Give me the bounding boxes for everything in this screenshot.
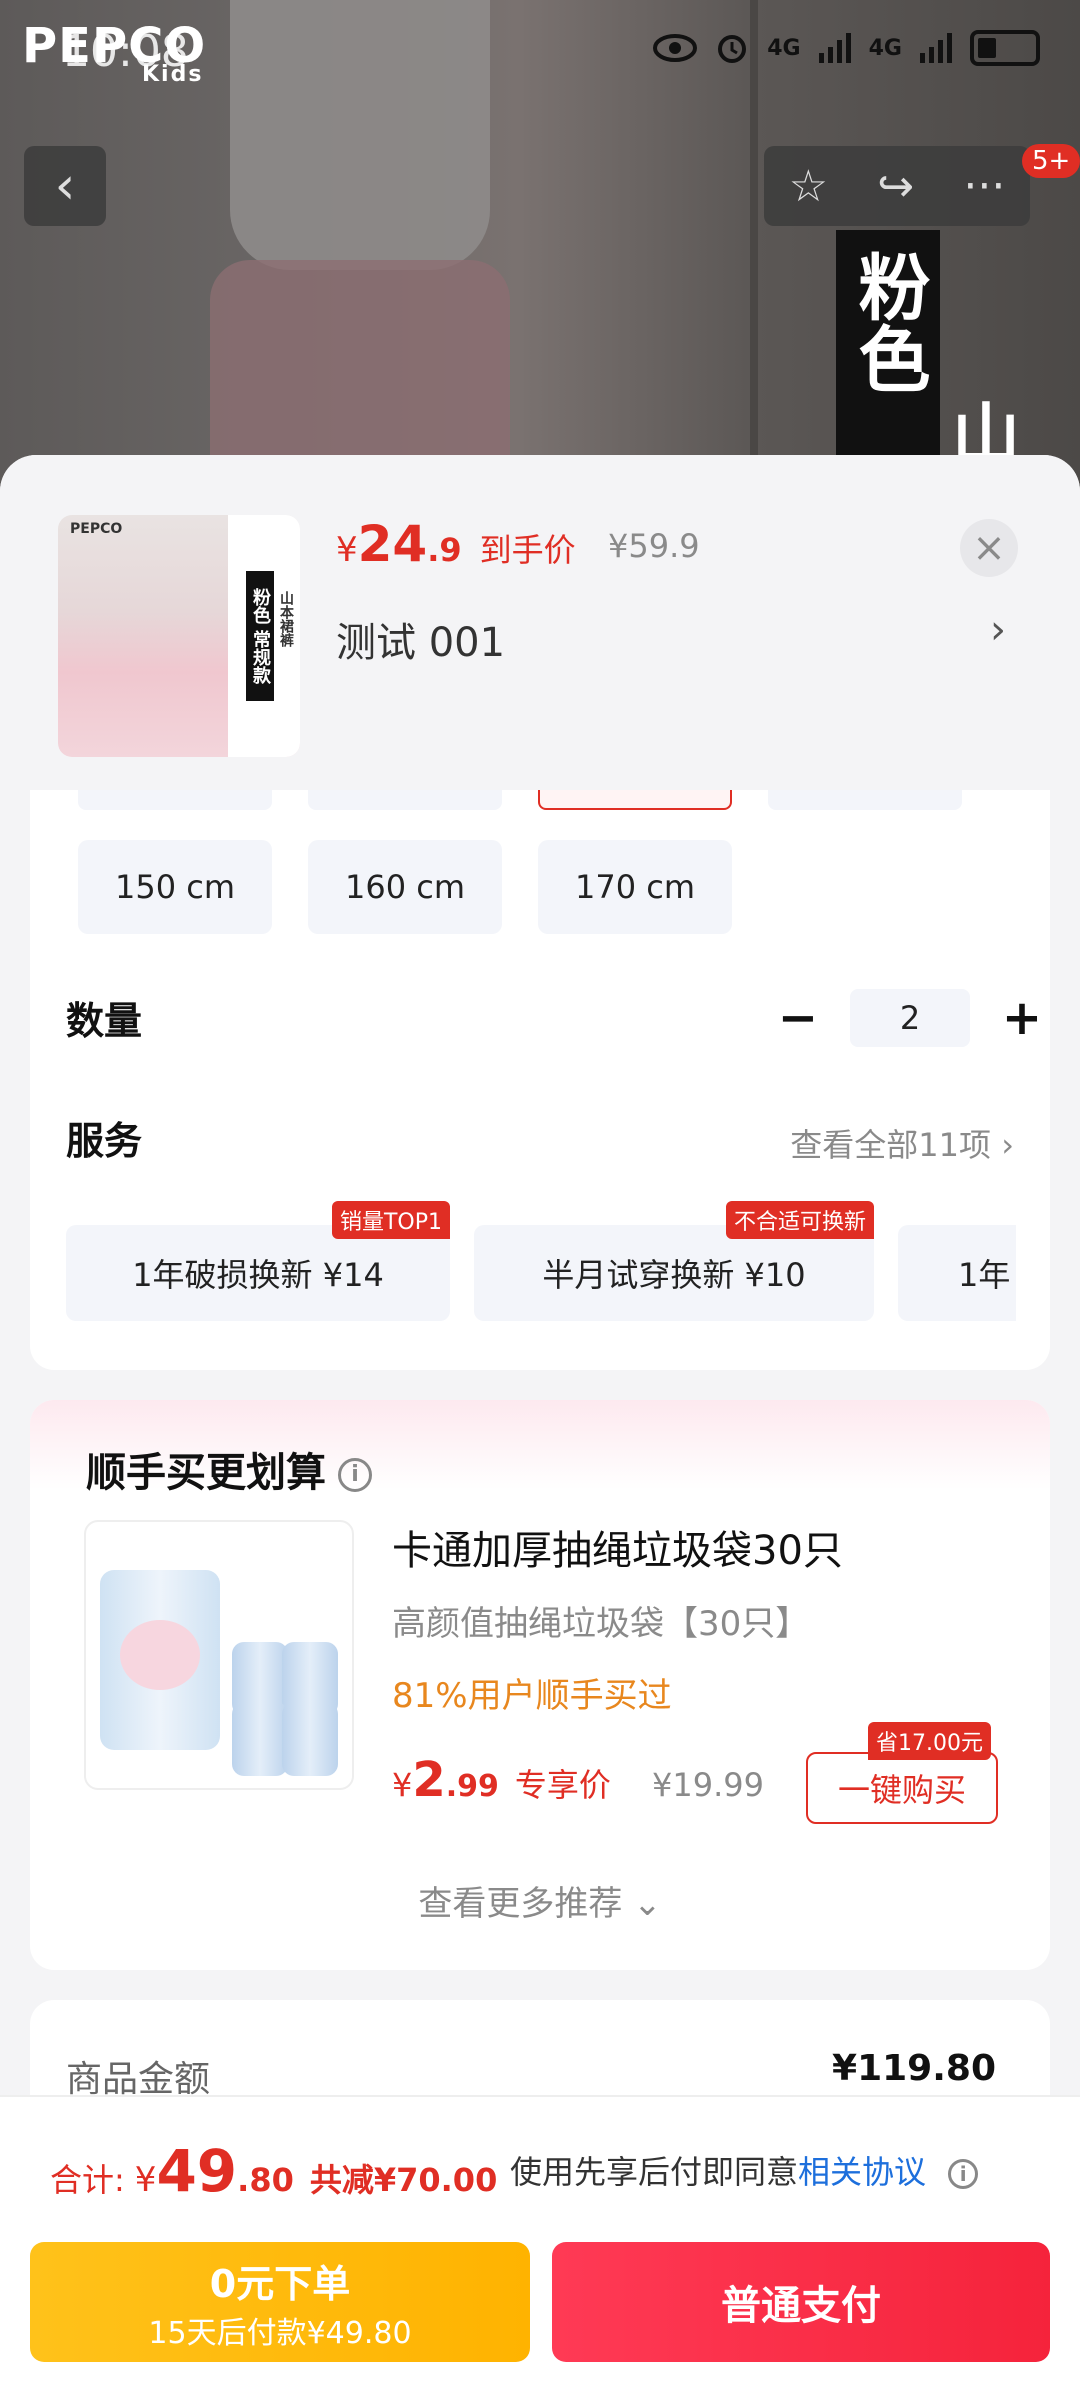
back-button[interactable]: ‹ [24,146,106,226]
hero-door-edge [750,0,758,520]
thumb-tag: 粉色 常规款 [246,571,274,701]
status-bar: 4G 4G [653,30,1040,66]
chevron-right-icon[interactable]: › [990,607,1006,653]
signal-bars-icon-2 [920,33,952,63]
sku-header: PEPCO 粉色 常规款 山本裙裤 ¥ 24 .9 到手价 ¥59.9 × 测试… [0,455,1080,790]
pay-later-title: 0元下单 [209,2261,351,2306]
service-option-label: 1年破损换新 ¥14 [132,1256,384,1294]
service-option-2[interactable]: 半月试穿换新 ¥10 不合适可换新 [474,1201,874,1321]
thumb-side-text: 山本裙裤 [278,591,294,647]
addon-title-text: 顺手买更划算 [86,1450,326,1496]
agreement-prefix: 使用先享后付即同意 [510,2153,799,2191]
service-label: 服务 [66,1119,143,1163]
product-roll-main [100,1570,220,1750]
size-row-partial [78,790,1038,810]
pay-later-button[interactable]: 0元下单 15天后付款¥49.80 [30,2242,530,2362]
addon-buy-rate: 81%用户顺手买过 [392,1676,672,1716]
total: 合计: ¥ 49 .80 共减¥70.00 [50,2137,497,2205]
info-icon[interactable]: i [948,2159,979,2189]
service-see-all-link[interactable]: 查看全部11项 › [790,1120,1014,1166]
cart-badge: 5+ [1022,144,1080,178]
size-cut-2 [308,790,502,810]
star-icon[interactable]: ☆ [789,161,828,212]
original-price: ¥59.9 [608,527,700,565]
total-dec: .80 [237,2161,294,2199]
addon-title: 顺手买更划算 i [86,1440,372,1498]
share-icon[interactable]: ↪ [877,161,914,212]
status-time: 10:08 [62,26,189,77]
quantity-input[interactable]: 2 [850,989,970,1047]
top-action-group: ☆ ↪ ··· [764,146,1030,226]
product-roll [282,1702,338,1776]
quantity-stepper: − 2 + [772,988,1048,1048]
signal-1: 4G [767,35,801,61]
checkout-footer: 合计: ¥ 49 .80 共减¥70.00 使用先享后付即同意相关协议 i 0元… [0,2095,1080,2400]
size-option-160[interactable]: 160 cm [308,840,502,934]
signal-2: 4G [868,35,902,61]
price-label: 到手价 [479,531,576,569]
service-option-1[interactable]: 1年破损换新 ¥14 销量TOP1 [66,1201,450,1321]
addon-price: ¥ 2 .99 专享价 [392,1752,611,1808]
size-cut-4 [768,790,962,810]
total-reduction: 共减¥70.00 [309,2161,498,2199]
see-more-recommendations[interactable]: 查看更多推荐 ⌄ [30,1876,1050,1925]
sku-name[interactable]: 测试 001 [336,610,505,668]
addon-card: 顺手买更划算 i 卡通加厚抽绳垃圾袋30只 高颜值抽绳垃圾袋【30只】 81%用户… [30,1400,1050,1970]
thumb-brand: PEPCO [70,521,123,537]
quantity-plus-button[interactable]: + [996,988,1048,1048]
alarm-icon [718,35,747,63]
service-option-tag: 销量TOP1 [331,1201,450,1239]
addon-price-int: 2 [412,1752,446,1808]
eye-icon [653,34,698,62]
quantity-minus-button[interactable]: − [772,988,824,1048]
size-option-170[interactable]: 170 cm [538,840,732,934]
addon-price-label: 专享价 [514,1766,611,1804]
size-cut-1 [78,790,272,810]
pay-later-subtitle: 15天后付款¥49.80 [148,2315,412,2351]
sku-thumbnail[interactable]: PEPCO 粉色 常规款 山本裙裤 [58,515,300,757]
addon-original-price: ¥19.99 [652,1766,764,1804]
sku-price: ¥ 24 .9 到手价 [336,515,576,573]
signal-bars-icon [818,33,851,63]
close-button[interactable]: × [960,519,1018,577]
hero-banner-text: 粉色 [846,250,930,394]
agreement-link[interactable]: 相关协议 [798,2153,926,2191]
normal-pay-button[interactable]: 普通支付 [552,2242,1050,2362]
close-icon: × [972,525,1006,571]
addon-product-title[interactable]: 卡通加厚抽绳垃圾袋30只 [392,1518,843,1576]
service-option-3[interactable]: 1年 [898,1225,1016,1321]
agreement-text: 使用先享后付即同意相关协议 i [510,2147,979,2193]
chevron-left-icon: ‹ [54,156,76,216]
service-option-label: 半月试穿换新 ¥10 [542,1256,806,1294]
addon-price-dec: .99 [445,1769,499,1804]
product-bunny-face [120,1620,200,1690]
quantity-label: 数量 [66,999,143,1043]
service-option-label: 1年 [958,1256,1011,1294]
size-cut-3-selected [538,790,732,810]
total-currency: ¥ [134,2160,157,2200]
options-card: 150 cm 160 cm 170 cm 数量 − 2 + 服务 查看全部11项… [30,790,1050,1370]
battery-icon [970,30,1040,66]
price-currency: ¥ [336,530,358,570]
more-icon[interactable]: ··· [963,161,1005,212]
total-label: 合计: [50,2161,125,2199]
info-icon[interactable]: i [338,1458,372,1492]
addon-price-currency: ¥ [392,1766,413,1804]
price-dec: .9 [427,531,462,569]
one-click-buy-button[interactable]: 一键购买 [806,1752,998,1824]
service-option-tag: 不合适可换新 [725,1201,874,1239]
goods-amount-value: ¥119.80 [832,2048,996,2089]
addon-save-tag: 省17.00元 [868,1722,991,1760]
price-int: 24 [357,515,428,573]
total-int: 49 [156,2137,238,2205]
addon-product-subtitle: 高颜值抽绳垃圾袋【30只】 [392,1604,810,1644]
product-roll [232,1702,288,1776]
hero-shirt [230,0,490,270]
size-option-150[interactable]: 150 cm [78,840,272,934]
addon-product-image[interactable] [84,1520,354,1790]
